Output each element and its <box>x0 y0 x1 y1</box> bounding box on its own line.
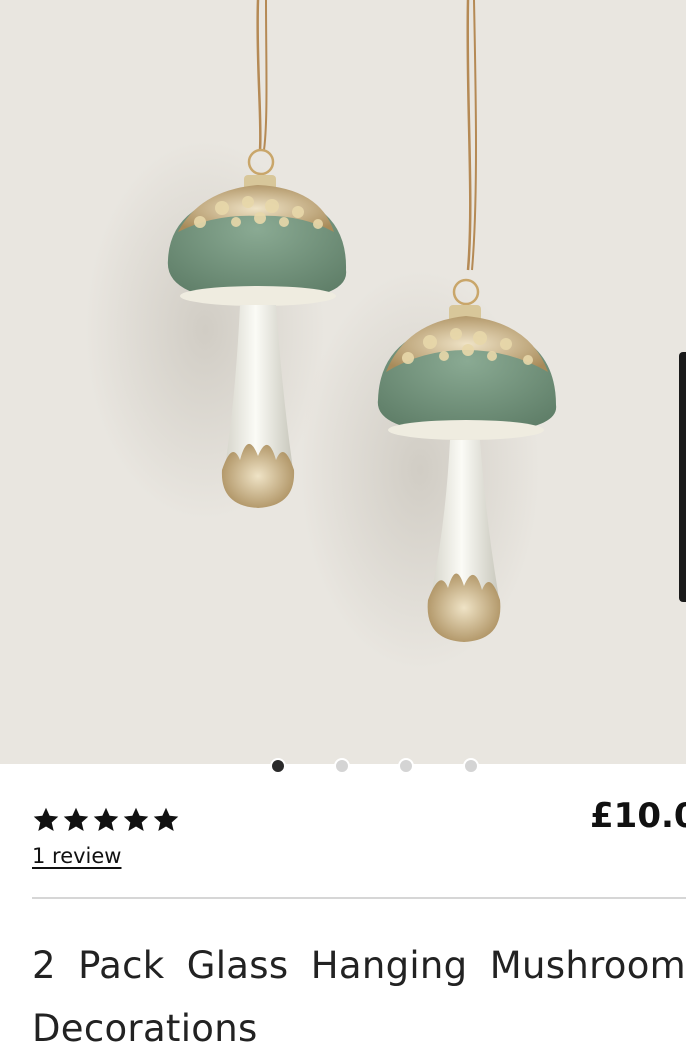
star-icon <box>33 807 59 831</box>
carousel-dots <box>0 758 686 774</box>
carousel-dot-1[interactable] <box>270 758 286 774</box>
review-link[interactable]: 1 review <box>32 844 122 868</box>
star-icon <box>63 807 89 831</box>
star-icon <box>93 807 119 831</box>
star-rating <box>32 806 180 834</box>
star-icon <box>153 807 179 831</box>
carousel-dot-2[interactable] <box>334 758 350 774</box>
product-title: 2 Pack Glass Hanging Mushroom Decoration… <box>32 944 686 1050</box>
carousel-dot-3[interactable] <box>398 758 414 774</box>
carousel-dot-4[interactable] <box>463 758 479 774</box>
product-image-gallery[interactable] <box>0 0 686 764</box>
divider <box>32 897 686 899</box>
product-image <box>85 0 557 670</box>
gallery-scroll-handle[interactable] <box>679 352 686 602</box>
star-icon <box>123 807 149 831</box>
product-price: £10.0 <box>590 796 686 836</box>
